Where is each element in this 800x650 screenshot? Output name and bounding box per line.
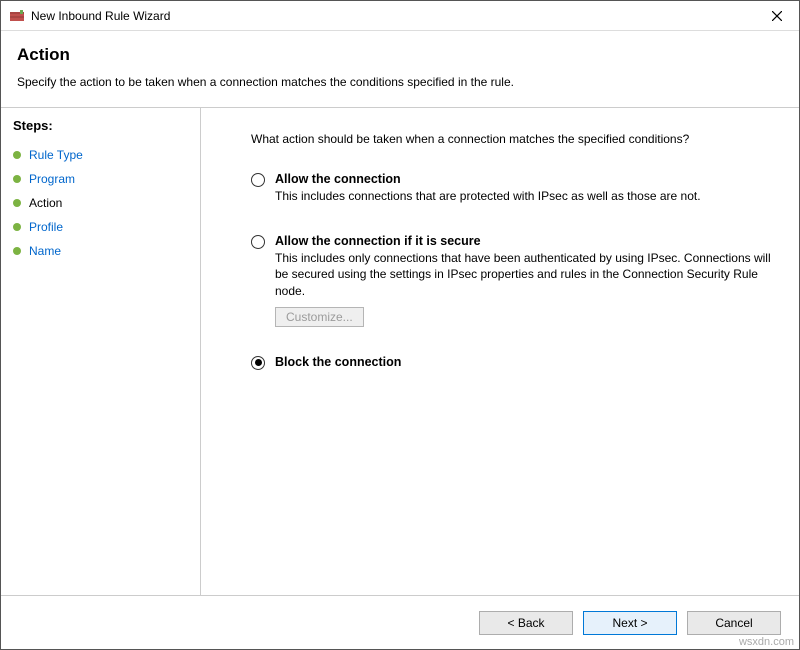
close-button[interactable] — [755, 1, 799, 31]
option-title: Allow the connection if it is secure — [275, 234, 775, 248]
step-label: Rule Type — [29, 148, 83, 162]
step-bullet-icon — [13, 151, 21, 159]
content-spacer — [251, 381, 775, 585]
step-bullet-icon — [13, 247, 21, 255]
step-label: Action — [29, 196, 62, 210]
wizard-body: Steps: Rule Type Program Action Profile Name… — [1, 108, 799, 595]
option-desc: This includes connections that are prote… — [275, 188, 775, 204]
cancel-button[interactable]: Cancel — [687, 611, 781, 635]
radio-block[interactable] — [251, 356, 265, 370]
option-title: Block the connection — [275, 355, 775, 369]
window-title: New Inbound Rule Wizard — [31, 9, 755, 23]
action-prompt: What action should be taken when a conne… — [251, 132, 775, 146]
page-title: Action — [17, 45, 783, 65]
next-button[interactable]: Next > — [583, 611, 677, 635]
option-desc: This includes only connections that have… — [275, 250, 775, 299]
option-allow: Allow the connection This includes connec… — [251, 172, 775, 212]
step-label: Profile — [29, 220, 63, 234]
radio-allow-secure[interactable] — [251, 235, 265, 249]
radio-allow[interactable] — [251, 173, 265, 187]
option-title: Allow the connection — [275, 172, 775, 186]
option-body: Block the connection — [275, 355, 775, 371]
step-label: Program — [29, 172, 75, 186]
steps-sidebar: Steps: Rule Type Program Action Profile Name — [1, 108, 201, 595]
watermark: wsxdn.com — [739, 636, 794, 648]
page-subtitle: Specify the action to be taken when a co… — [17, 75, 783, 89]
option-block: Block the connection — [251, 355, 775, 371]
step-profile[interactable]: Profile — [13, 215, 188, 239]
step-rule-type[interactable]: Rule Type — [13, 143, 188, 167]
option-body: Allow the connection if it is secure This… — [275, 234, 775, 333]
wizard-footer: < Back Next > Cancel — [1, 595, 799, 649]
page-header: Action Specify the action to be taken wh… — [1, 31, 799, 107]
close-icon — [772, 11, 782, 21]
step-name[interactable]: Name — [13, 239, 188, 263]
option-allow-secure: Allow the connection if it is secure This… — [251, 234, 775, 333]
customize-button: Customize... — [275, 307, 364, 327]
step-bullet-icon — [13, 199, 21, 207]
step-bullet-icon — [13, 175, 21, 183]
step-label: Name — [29, 244, 61, 258]
back-button[interactable]: < Back — [479, 611, 573, 635]
option-body: Allow the connection This includes connec… — [275, 172, 775, 212]
step-action[interactable]: Action — [13, 191, 188, 215]
steps-heading: Steps: — [13, 118, 188, 133]
titlebar: New Inbound Rule Wizard — [1, 1, 799, 31]
firewall-icon — [9, 8, 25, 24]
step-bullet-icon — [13, 223, 21, 231]
step-program[interactable]: Program — [13, 167, 188, 191]
content-pane: What action should be taken when a conne… — [201, 108, 799, 595]
